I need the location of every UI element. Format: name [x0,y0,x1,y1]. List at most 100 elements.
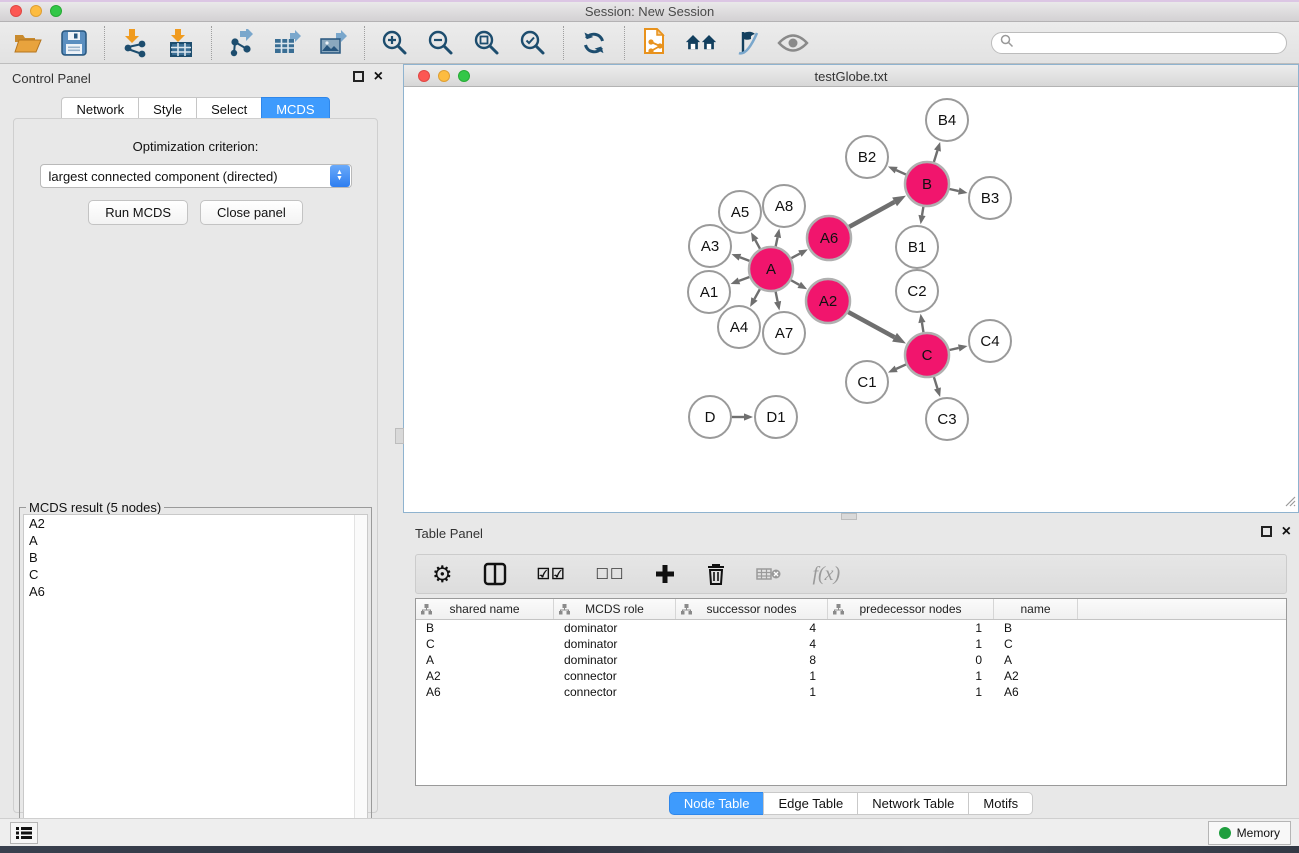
search-box[interactable] [991,32,1287,54]
result-item[interactable]: C [24,566,367,583]
task-history-button[interactable] [10,822,38,844]
result-item[interactable]: A6 [24,583,367,600]
table-row[interactable]: Cdominator41C [416,636,1286,652]
network-canvas[interactable]: B4B2BB3A5A8A6A3B1AA1C2A2A4A7C4CC1DD1C3 [404,87,1298,512]
close-panel-icon[interactable]: × [374,71,383,82]
table-row[interactable]: A2connector11A2 [416,668,1286,684]
deselect-all-icon[interactable]: ☐☐ [596,565,625,583]
refresh-icon[interactable] [578,27,610,59]
edge-A-A6[interactable] [791,254,800,259]
edge-A-A8[interactable] [776,237,778,246]
node-label-D1: D1 [766,409,785,426]
edge-A-A1[interactable] [739,277,749,281]
edge-C-C3[interactable] [934,377,938,389]
result-item[interactable]: A [24,532,367,549]
delete-column-icon[interactable] [706,562,726,586]
table-row[interactable]: Bdominator41B [416,620,1286,636]
node-label-A1: A1 [700,284,718,301]
column-header-name[interactable]: name [994,599,1078,619]
edge-B-B3[interactable] [949,189,958,191]
tree-attribute-icon [559,604,570,615]
edge-B-B2[interactable] [896,170,906,174]
edge-A-A5[interactable] [755,240,760,249]
tab-edge-table[interactable]: Edge Table [763,792,857,815]
table-row[interactable]: Adominator80A [416,652,1286,668]
node-label-C3: C3 [937,411,956,428]
eye-icon[interactable] [777,27,809,59]
mcds-result-list[interactable]: A2ABCA6 [23,514,368,849]
zoom-fit-icon[interactable] [471,27,503,59]
window-title: Session: New Session [0,4,1299,19]
edge-B-B1[interactable] [922,207,923,216]
edge-C-C2[interactable] [922,323,924,333]
mcds-result-box: MCDS result (5 nodes) A2ABCA6 [19,507,372,852]
edge-A-A7[interactable] [776,292,778,302]
node-label-C2: C2 [907,283,926,300]
node-label-A8: A8 [775,198,793,215]
table-tabs: Node TableEdge TableNetwork TableMotifs [403,792,1299,815]
graphics-details-icon[interactable] [731,27,763,59]
edge-A-A2[interactable] [791,280,799,285]
vertical-splitter-handle[interactable] [395,428,404,444]
column-header-predecessor-nodes[interactable]: predecessor nodes [828,599,994,619]
column-header-successor-nodes[interactable]: successor nodes [676,599,828,619]
zoom-in-icon[interactable] [379,27,411,59]
node-label-A5: A5 [731,204,749,221]
split-view-icon[interactable] [483,562,507,586]
import-network-icon[interactable] [119,27,151,59]
close-panel-button[interactable]: Close panel [200,200,303,225]
search-input[interactable] [1014,36,1278,50]
run-mcds-button[interactable]: Run MCDS [88,200,188,225]
criterion-value: largest connected component (directed) [41,169,330,184]
status-bar: Memory [0,818,1299,846]
export-image-icon[interactable] [318,27,350,59]
node-label-D: D [705,409,716,426]
tab-motifs[interactable]: Motifs [968,792,1033,815]
node-label-B2: B2 [858,149,876,166]
import-table-icon[interactable] [165,27,197,59]
node-table[interactable]: shared nameMCDS rolesuccessor nodesprede… [415,598,1287,786]
edge-A2-C[interactable] [848,312,894,337]
edge-A6-B[interactable] [849,202,894,227]
select-all-icon[interactable]: ☑☑ [537,565,566,583]
gear-icon[interactable]: ⚙ [432,563,453,586]
table-row[interactable]: A6connector11A6 [416,684,1286,700]
column-header-shared-name[interactable]: shared name [416,599,554,619]
edge-A-A4[interactable] [754,289,759,299]
edge-B-B4[interactable] [934,151,938,163]
zoom-selected-icon[interactable] [517,27,549,59]
edge-C-C4[interactable] [949,348,958,350]
delete-table-icon[interactable] [756,565,782,583]
optimization-criterion-label: Optimization criterion: [14,139,377,154]
node-label-A4: A4 [730,319,748,336]
memory-status-icon [1219,827,1231,839]
add-column-icon[interactable] [654,563,676,585]
float-panel-icon[interactable] [353,71,364,82]
horizontal-splitter-handle[interactable] [841,513,857,520]
network-file-icon[interactable] [639,27,671,59]
open-icon[interactable] [12,27,44,59]
float-table-panel-icon[interactable] [1261,526,1272,537]
save-icon[interactable] [58,27,90,59]
result-item[interactable]: B [24,549,367,566]
network-window-titlebar[interactable]: testGlobe.txt [404,65,1298,87]
function-builder-icon[interactable]: f(x) [812,563,840,586]
zoom-out-icon[interactable] [425,27,457,59]
export-table-icon[interactable] [272,27,304,59]
criterion-dropdown[interactable]: largest connected component (directed) ▲… [40,164,352,188]
column-header-MCDS-role[interactable]: MCDS role [554,599,676,619]
control-panel-title: Control Panel [12,71,91,86]
edge-A-A3[interactable] [740,257,750,261]
result-item[interactable]: A2 [24,515,367,532]
resize-grip-icon[interactable] [1284,495,1296,510]
tree-attribute-icon [421,604,432,615]
result-scrollbar[interactable] [354,515,367,848]
tab-network-table[interactable]: Network Table [857,792,968,815]
home-icon[interactable] [685,27,717,59]
table-panel: Table Panel × ⚙ ☑☑ ☐☐ f(x) shared nameMC… [403,520,1299,818]
tab-node-table[interactable]: Node Table [669,792,764,815]
export-network-icon[interactable] [226,27,258,59]
close-table-panel-icon[interactable]: × [1282,526,1291,537]
memory-button[interactable]: Memory [1208,821,1291,845]
edge-C-C1[interactable] [896,364,906,368]
